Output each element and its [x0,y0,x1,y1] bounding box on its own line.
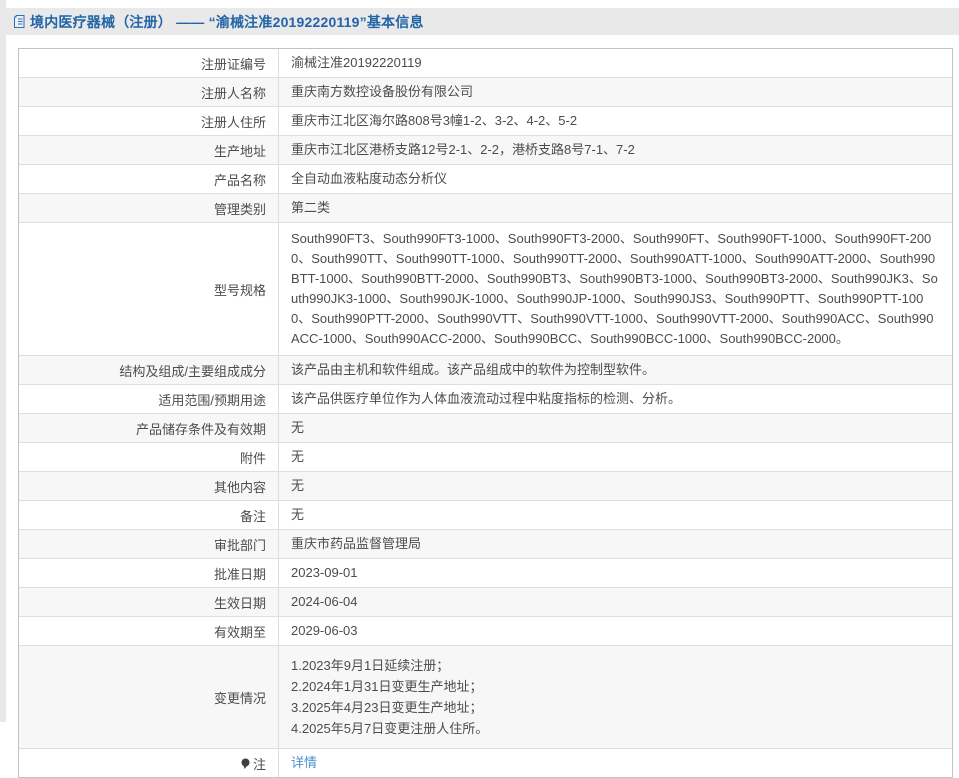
registration-info-table: 注册证编号 渝械注准20192220119 注册人名称 重庆南方数控设备股份有限… [18,48,953,778]
table-row-effective-date: 生效日期 2024-06-04 [19,587,952,616]
table-row-approval-department: 审批部门 重庆市药品监督管理局 [19,529,952,558]
table-row-registrant-name: 注册人名称 重庆南方数控设备股份有限公司 [19,77,952,106]
row-value: 无 [291,507,305,522]
row-label: 批准日期 [19,559,279,587]
row-label: 结构及组成/主要组成成分 [19,356,279,384]
table-row-composition: 结构及组成/主要组成成分 该产品由主机和软件组成。该产品组成中的软件为控制型软件… [19,355,952,384]
note-label: 注 [252,756,266,772]
row-label: 注册证编号 [19,49,279,77]
row-value: 详情 [279,749,952,777]
row-value: 2023-09-01 [291,565,358,580]
row-value: South990FT3、South990FT3-1000、South990FT3… [291,231,938,346]
table-row-attachments: 附件 无 [19,442,952,471]
row-value: 该产品供医疗单位作为人体血液流动过程中粘度指标的检测、分析。 [291,391,682,406]
table-row-management-category: 管理类别 第二类 [19,193,952,222]
page-title: 境内医疗器械（注册） —— “渝械注准20192220119”基本信息 [30,13,424,30]
row-value: 重庆市江北区海尔路808号3幢1-2、3-2、4-2、5-2 [291,113,578,128]
table-row-model-spec: 型号规格 South990FT3、South990FT3-1000、South9… [19,222,952,355]
row-value: 重庆南方数控设备股份有限公司 [291,84,474,99]
row-value: 无 [291,449,305,464]
row-label: 型号规格 [19,223,279,355]
table-row-production-address: 生产地址 重庆市江北区港桥支路12号2-1、2-2，港桥支路8号7-1、7-2 [19,135,952,164]
change-history-line: 1.2023年9月1日延续注册； [291,658,450,673]
row-label: 其他内容 [19,472,279,500]
table-row-other-content: 其他内容 无 [19,471,952,500]
row-value: 2029-06-03 [291,623,358,638]
table-row-registrant-address: 注册人住所 重庆市江北区海尔路808号3幢1-2、3-2、4-2、5-2 [19,106,952,135]
table-row-intended-use: 适用范围/预期用途 该产品供医疗单位作为人体血液流动过程中粘度指标的检测、分析。 [19,384,952,413]
note-bulb-icon [240,758,251,770]
row-label: 产品名称 [19,165,279,193]
row-label: 注册人住所 [19,107,279,135]
row-value: 全自动血液粘度动态分析仪 [291,171,448,186]
row-value: 2024-06-04 [291,594,358,609]
table-row-product-name: 产品名称 全自动血液粘度动态分析仪 [19,164,952,193]
row-value: 无 [291,420,305,435]
details-link[interactable]: 详情 [291,753,317,773]
row-value: 无 [291,478,305,493]
row-label: 产品储存条件及有效期 [19,414,279,442]
change-history-line: 2.2024年1月31日变更生产地址； [291,679,483,694]
row-value: 重庆市江北区港桥支路12号2-1、2-2，港桥支路8号7-1、7-2 [291,142,635,157]
page-left-margin [0,0,6,722]
table-row-storage-conditions: 产品储存条件及有效期 无 [19,413,952,442]
row-label: 审批部门 [19,530,279,558]
row-value: 渝械注准20192220119 [291,55,422,70]
row-value: 1.2023年9月1日延续注册； 2.2024年1月31日变更生产地址； 3.2… [279,646,952,748]
table-row-expiry-date: 有效期至 2029-06-03 [19,616,952,645]
document-icon [13,14,27,29]
row-label: 生效日期 [19,588,279,616]
row-value: 重庆市药品监督管理局 [291,536,422,551]
row-label: 生产地址 [19,136,279,164]
row-label: 备注 [19,501,279,529]
row-label: 管理类别 [19,194,279,222]
table-row-approval-date: 批准日期 2023-09-01 [19,558,952,587]
row-value: 第二类 [291,200,331,215]
table-row-note: 注 详情 [19,748,952,777]
row-label: 注 [19,749,279,777]
row-label: 适用范围/预期用途 [19,385,279,413]
table-row-change-history: 变更情况 1.2023年9月1日延续注册； 2.2024年1月31日变更生产地址… [19,645,952,748]
table-row-remarks: 备注 无 [19,500,952,529]
row-label: 附件 [19,443,279,471]
change-history-line: 4.2025年5月7日变更注册人住所。 [291,721,489,736]
row-value: 该产品由主机和软件组成。该产品组成中的软件为控制型软件。 [291,362,656,377]
row-label: 变更情况 [19,646,279,748]
row-label: 注册人名称 [19,78,279,106]
table-row-registration-number: 注册证编号 渝械注准20192220119 [19,49,952,77]
change-history-line: 3.2025年4月23日变更生产地址； [291,700,483,715]
page-header: 境内医疗器械（注册） —— “渝械注准20192220119”基本信息 [0,8,959,35]
row-label: 有效期至 [19,617,279,645]
